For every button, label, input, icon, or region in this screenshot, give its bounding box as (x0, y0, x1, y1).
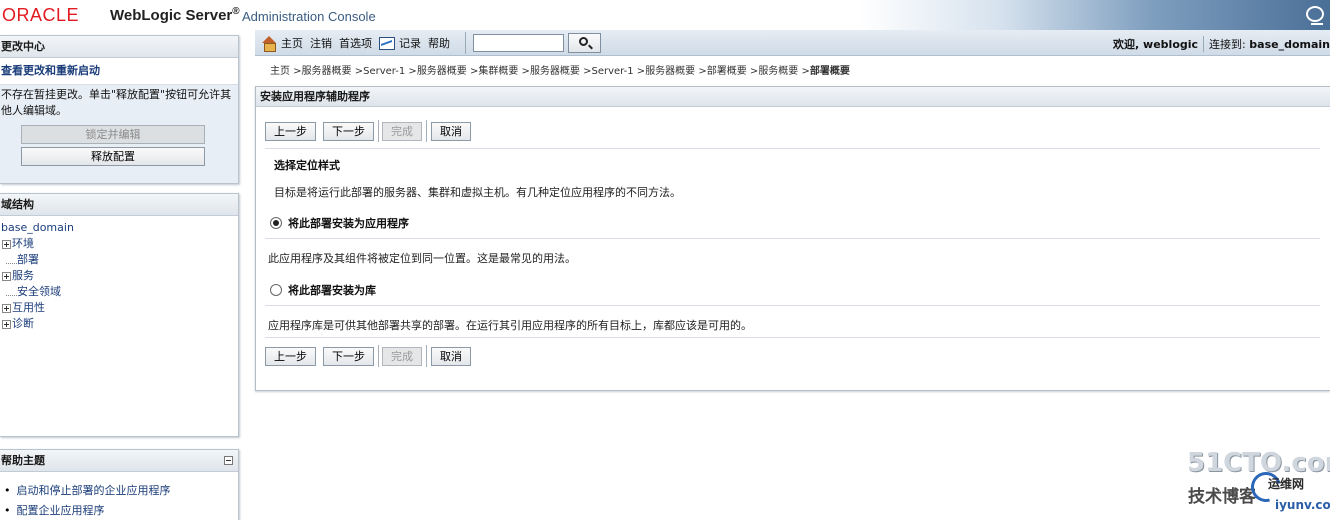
record-link[interactable]: 记录 (399, 35, 421, 51)
connected-to: 连接到: base_domain (1209, 38, 1330, 51)
top-toolbar: 主页 注销 首选项 记录 帮助 欢迎, weblogic 连接到: base_d… (255, 30, 1330, 56)
tree-node-security-realms[interactable]: 安全领域 (1, 284, 237, 300)
tree-connector (6, 288, 17, 296)
home-link[interactable]: 主页 (281, 35, 303, 51)
breadcrumb-current: 部署概要 (809, 66, 850, 77)
breadcrumb-item[interactable]: 服务器概要 (417, 66, 467, 77)
breadcrumb: 主页 >服务器概要 >Server-1 >服务器概要 >集群概要 >服务器概要 … (270, 66, 850, 77)
expand-icon[interactable] (2, 303, 11, 313)
option-library-description: 应用程序库是可供其他部署共享的部署。在运行其引用应用程序的所有目标上，库都应该是… (268, 319, 752, 332)
assistant-title: 安装应用程序辅助程序 (256, 87, 1330, 107)
back-button[interactable]: 上一步 (265, 346, 316, 366)
install-assistant-panel: 安装应用程序辅助程序 上一步 下一步 完成 取消 选择定位样式 目标是将运行此部… (255, 86, 1330, 391)
welcome-text: 欢迎, weblogic (1113, 38, 1199, 51)
search-input[interactable] (473, 34, 564, 52)
record-chart-icon[interactable] (379, 36, 395, 50)
breadcrumb-item[interactable]: Server-1 (592, 66, 634, 77)
domain-structure-panel: 域结构 base_domain 环境 部署 服务 安全领域 互用性 诊断 (0, 193, 239, 437)
finish-button[interactable]: 完成 (382, 121, 422, 141)
breadcrumb-item[interactable]: 主页 (270, 66, 290, 77)
help-topic-link[interactable]: 启动和停止部署的企业应用程序 (4, 481, 238, 501)
button-divider (426, 345, 427, 367)
radio-application[interactable] (270, 217, 282, 229)
tree-node-diagnostics[interactable]: 诊断 (1, 316, 237, 332)
help-topics-title: 帮助主题 (0, 450, 238, 472)
option-application-label[interactable]: 将此部署安装为应用程序 (288, 215, 409, 231)
user-status: 欢迎, weblogic 连接到: base_domain (1113, 36, 1330, 52)
expand-icon[interactable] (2, 271, 11, 281)
tree-node-interoperability[interactable]: 互用性 (1, 300, 237, 316)
breadcrumb-item[interactable]: 服务器概要 (645, 66, 695, 77)
change-center-message: 不存在暂挂更改。单击"释放配置"按钮可允许其他人编辑域。 (1, 88, 232, 117)
help-link[interactable]: 帮助 (428, 35, 450, 51)
breadcrumb-item[interactable]: 服务概要 (758, 66, 798, 77)
tree-node-services[interactable]: 服务 (1, 268, 237, 284)
header-help-icon[interactable] (1306, 6, 1324, 25)
targeting-intro: 目标是将运行此部署的服务器、集群和虚拟主机。有几种定位应用程序的不同方法。 (274, 186, 681, 199)
finish-button[interactable]: 完成 (382, 346, 422, 366)
breadcrumb-item[interactable]: 部署概要 (707, 66, 747, 77)
release-configuration-button[interactable]: 释放配置 (21, 147, 205, 166)
site-watermark: 51CTO.com 技术博客 运维网 iyunv.com (1185, 448, 1330, 520)
help-topic-link[interactable]: 配置企业应用程序 (4, 501, 238, 520)
breadcrumb-item[interactable]: 集群概要 (478, 66, 518, 77)
watermark-tech-blog: 技术博客 (1188, 487, 1256, 507)
option-application-description: 此应用程序及其组件将被定位到同一位置。这是最常见的用法。 (268, 252, 576, 265)
home-icon[interactable] (261, 36, 277, 52)
logout-link[interactable]: 注销 (310, 35, 332, 51)
next-button[interactable]: 下一步 (323, 121, 374, 141)
button-divider (378, 345, 379, 367)
section-divider (265, 148, 1320, 149)
next-button[interactable]: 下一步 (323, 346, 374, 366)
console-subtitle: Administration Console (242, 9, 376, 24)
search-icon (579, 37, 588, 46)
help-topics-panel: 帮助主题 启动和停止部署的企业应用程序 配置企业应用程序 (0, 449, 239, 520)
domain-structure-title: 域结构 (0, 194, 238, 216)
preferences-link[interactable]: 首选项 (339, 35, 372, 51)
option-install-as-application[interactable]: 将此部署安装为应用程序 (270, 215, 409, 231)
option-install-as-library[interactable]: 将此部署安装为库 (270, 282, 376, 298)
lock-and-edit-button[interactable]: 锁定并编辑 (21, 125, 205, 144)
button-divider (378, 120, 379, 142)
cancel-button[interactable]: 取消 (431, 121, 471, 141)
tree-root-base-domain[interactable]: base_domain (1, 220, 237, 236)
radio-library[interactable] (270, 284, 282, 296)
breadcrumb-item[interactable]: Server-1 (363, 66, 405, 77)
wizard-buttons-top: 上一步 下一步 完成 取消 (265, 120, 478, 142)
expand-icon[interactable] (2, 239, 11, 249)
watermark-yunwei: 运维网 (1268, 477, 1305, 491)
tree-connector (6, 256, 17, 264)
collapse-icon[interactable] (224, 456, 233, 465)
section-divider (265, 337, 1320, 338)
cancel-button[interactable]: 取消 (431, 346, 471, 366)
option-divider (265, 238, 1320, 239)
tree-node-environment[interactable]: 环境 (1, 236, 237, 252)
oracle-logo: ORACLE (2, 5, 80, 25)
help-topics-list: 启动和停止部署的企业应用程序 配置企业应用程序 (0, 472, 238, 520)
product-name: WebLogic Server® (110, 6, 240, 24)
change-center-title: 更改中心 (0, 36, 238, 58)
expand-icon[interactable] (2, 319, 11, 329)
domain-tree: base_domain 环境 部署 服务 安全领域 互用性 诊断 (0, 216, 238, 336)
toolbar-divider (465, 32, 466, 54)
status-divider (1203, 36, 1205, 52)
breadcrumb-item[interactable]: 服务器概要 (530, 66, 580, 77)
wizard-buttons-bottom: 上一步 下一步 完成 取消 (265, 345, 478, 367)
change-center-body: 不存在暂挂更改。单击"释放配置"按钮可允许其他人编辑域。 锁定并编辑 释放配置 (0, 84, 238, 183)
change-center-panel: 更改中心 查看更改和重新启动 不存在暂挂更改。单击"释放配置"按钮可允许其他人编… (0, 35, 239, 184)
breadcrumb-item[interactable]: 服务器概要 (302, 66, 352, 77)
app-header: ORACLE WebLogic Server® Administration C… (0, 0, 1330, 30)
tree-node-deployments[interactable]: 部署 (1, 252, 237, 268)
option-library-label[interactable]: 将此部署安装为库 (288, 282, 376, 298)
search-button[interactable] (568, 33, 601, 53)
button-divider (426, 120, 427, 142)
back-button[interactable]: 上一步 (265, 121, 316, 141)
option-divider (265, 305, 1320, 306)
view-changes-link[interactable]: 查看更改和重新启动 (0, 58, 238, 84)
targeting-style-heading: 选择定位样式 (274, 159, 340, 172)
watermark-iyunv: iyunv.com (1275, 498, 1330, 512)
